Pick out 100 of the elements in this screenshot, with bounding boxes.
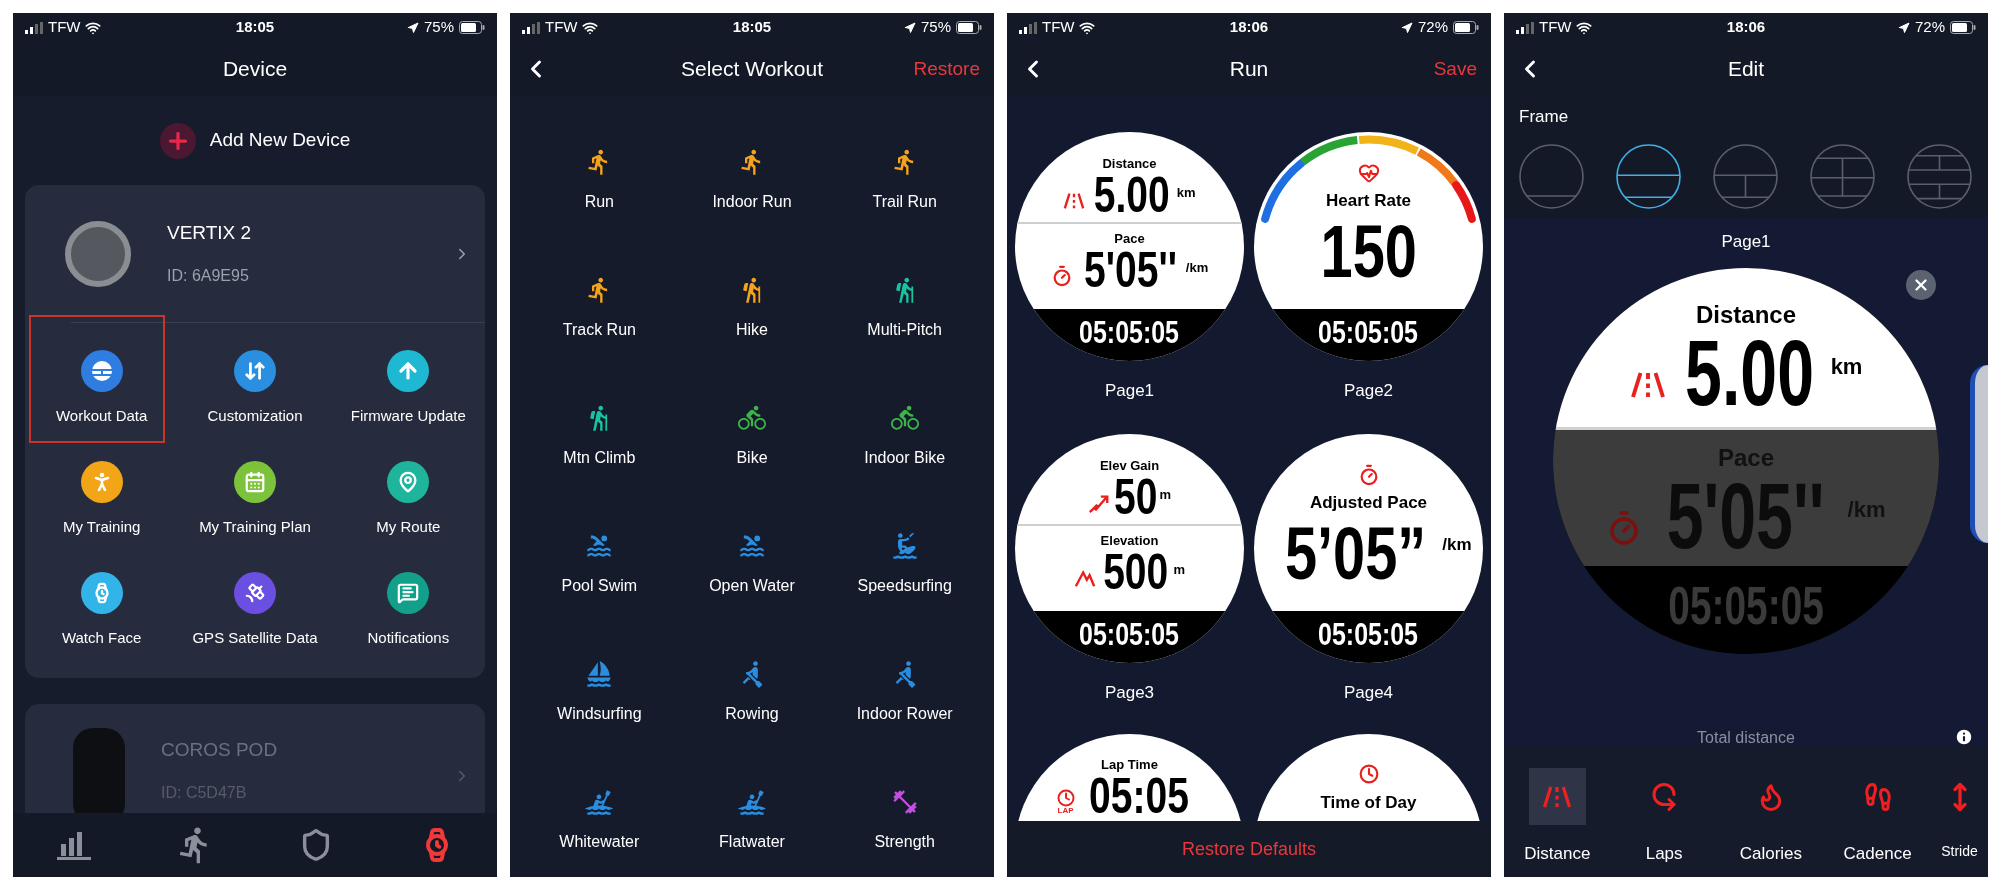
close-button[interactable] <box>1906 270 1936 300</box>
watch-face[interactable]: Heart Rate 150 05:05:05 <box>1254 132 1483 361</box>
signal-icon <box>1516 21 1534 34</box>
workout-option[interactable]: Run <box>523 148 676 214</box>
field-value: 5.00 <box>1684 327 1814 419</box>
signal-icon <box>1019 21 1037 34</box>
clock-time: 18:06 <box>1229 17 1269 38</box>
page-label: Page1 <box>1104 381 1155 401</box>
data-field-option[interactable]: Cadence <box>1824 768 1931 877</box>
location-arrow-icon <box>1897 21 1910 34</box>
clock-time: 18:05 <box>235 17 275 38</box>
signal-icon <box>522 21 540 34</box>
add-device-button[interactable]: Add New Device <box>159 122 351 159</box>
field-label: Elevation <box>1100 534 1159 547</box>
header-action-button[interactable]: Save <box>1433 54 1477 84</box>
frame-option[interactable] <box>1616 144 1681 209</box>
bar-chart-icon <box>56 830 91 860</box>
battery-icon <box>459 21 485 34</box>
clock-time: 18:05 <box>732 17 772 38</box>
battery-percent: 72% <box>1417 17 1448 38</box>
workout-option[interactable]: Multi-Pitch <box>828 276 981 342</box>
device-name: VERTIX 2 <box>167 221 252 246</box>
device-name: COROS POD <box>161 738 278 762</box>
plus-icon <box>159 122 196 159</box>
workout-option[interactable]: Open Water <box>675 532 829 598</box>
clock-icon <box>1056 789 1075 807</box>
workout-option[interactable]: Track Run <box>523 276 676 342</box>
feature-button[interactable]: My Training <box>62 461 141 539</box>
field-value: 05:05 <box>1088 771 1189 821</box>
field-label: Lap Time <box>1101 758 1158 771</box>
feature-button[interactable]: Firmware Update <box>350 350 466 428</box>
battery-percent: 75% <box>920 17 951 38</box>
feature-button[interactable]: Customization <box>207 350 303 428</box>
workout-option[interactable]: Rowing <box>675 660 829 726</box>
restore-defaults-button[interactable]: Restore Defaults <box>1181 835 1317 863</box>
workout-option[interactable]: Indoor Rower <box>828 660 981 726</box>
feature-button[interactable]: My Route <box>376 461 441 539</box>
data-field-option[interactable]: Stride <box>1931 768 1988 877</box>
field-value: 5’05” <box>1285 517 1427 591</box>
carrier-name: TFW <box>1539 17 1572 38</box>
data-field-option[interactable]: Distance <box>1504 768 1611 877</box>
carrier-name: TFW <box>1042 17 1075 38</box>
carrier-name: TFW <box>48 17 81 38</box>
field-label: Distance <box>1695 303 1796 327</box>
footprints-icon <box>1862 781 1893 812</box>
section-label: Frame <box>1518 106 1570 128</box>
lap-label: LAP <box>1057 807 1074 815</box>
data-field-option[interactable]: Calories <box>1717 768 1825 877</box>
workout-option[interactable]: Windsurfing <box>523 660 676 726</box>
watch-face[interactable]: Adjusted Pace 5’05” /km 05:05:05 <box>1254 434 1483 663</box>
field-label: Pace <box>1114 232 1145 245</box>
timer-readout: 05:05:05 <box>1318 316 1419 352</box>
road-icon <box>1063 190 1086 212</box>
field-description: Total distance <box>1697 727 1795 747</box>
feature-button[interactable]: Watch Face <box>61 572 142 650</box>
field-value: 5.00 <box>1094 170 1171 220</box>
battery-percent: 75% <box>423 17 454 38</box>
field-unit: km <box>1176 183 1196 202</box>
close-icon <box>1912 276 1930 294</box>
workout-option[interactable]: Hike <box>675 276 829 342</box>
field-value: 50 <box>1114 472 1158 522</box>
data-field-option[interactable]: Laps <box>1610 768 1718 877</box>
page-label: Page3 <box>1104 683 1155 703</box>
page-label: Page1 <box>1721 232 1771 252</box>
field-unit: m <box>1159 485 1172 504</box>
screen-title: Select Workout <box>681 56 823 83</box>
field-label: Distance <box>1102 157 1157 170</box>
workout-option[interactable]: Mtn Climb <box>523 404 676 470</box>
field-unit: /km <box>1442 533 1472 556</box>
workout-option[interactable]: Trail Run <box>828 148 981 214</box>
location-arrow-icon <box>406 21 419 34</box>
workout-option[interactable]: Indoor Run <box>675 148 829 214</box>
timer-readout: 05:05:05 <box>1079 316 1180 352</box>
carrier-name: TFW <box>545 17 578 38</box>
header-action-button[interactable]: Restore <box>913 54 980 84</box>
feature-button[interactable]: My Training Plan <box>199 461 311 539</box>
workout-option[interactable]: Bike <box>675 404 829 470</box>
feature-button[interactable]: GPS Satellite Data <box>192 572 318 650</box>
timer-readout: 05:05:05 <box>1668 578 1824 637</box>
timer-readout: 05:05:05 <box>1318 618 1419 654</box>
workout-option[interactable]: Speedsurfing <box>828 532 981 598</box>
field-label: Time of Day <box>1320 794 1417 811</box>
battery-icon <box>1950 21 1976 34</box>
field-value: 5'05'' <box>1083 245 1177 295</box>
feature-button[interactable]: Notifications <box>367 572 450 650</box>
feature-button[interactable]: Workout Data <box>55 350 148 428</box>
workout-option[interactable]: Pool Swim <box>523 532 676 598</box>
field-value: 500 <box>1103 547 1169 597</box>
workout-option[interactable]: Indoor Bike <box>828 404 981 470</box>
location-arrow-icon <box>1400 21 1413 34</box>
workout-option[interactable]: Strength <box>828 788 981 854</box>
battery-icon <box>956 21 982 34</box>
timer-readout: 05:05:05 <box>1079 618 1180 654</box>
page-label: Page4 <box>1343 683 1394 703</box>
info-icon[interactable] <box>1954 727 1974 747</box>
workout-option[interactable]: Flatwater <box>675 788 829 854</box>
field-unit: m <box>1173 560 1185 579</box>
page-label: Page2 <box>1343 381 1394 401</box>
signal-icon <box>25 21 43 34</box>
workout-option[interactable]: Whitewater <box>523 788 676 854</box>
